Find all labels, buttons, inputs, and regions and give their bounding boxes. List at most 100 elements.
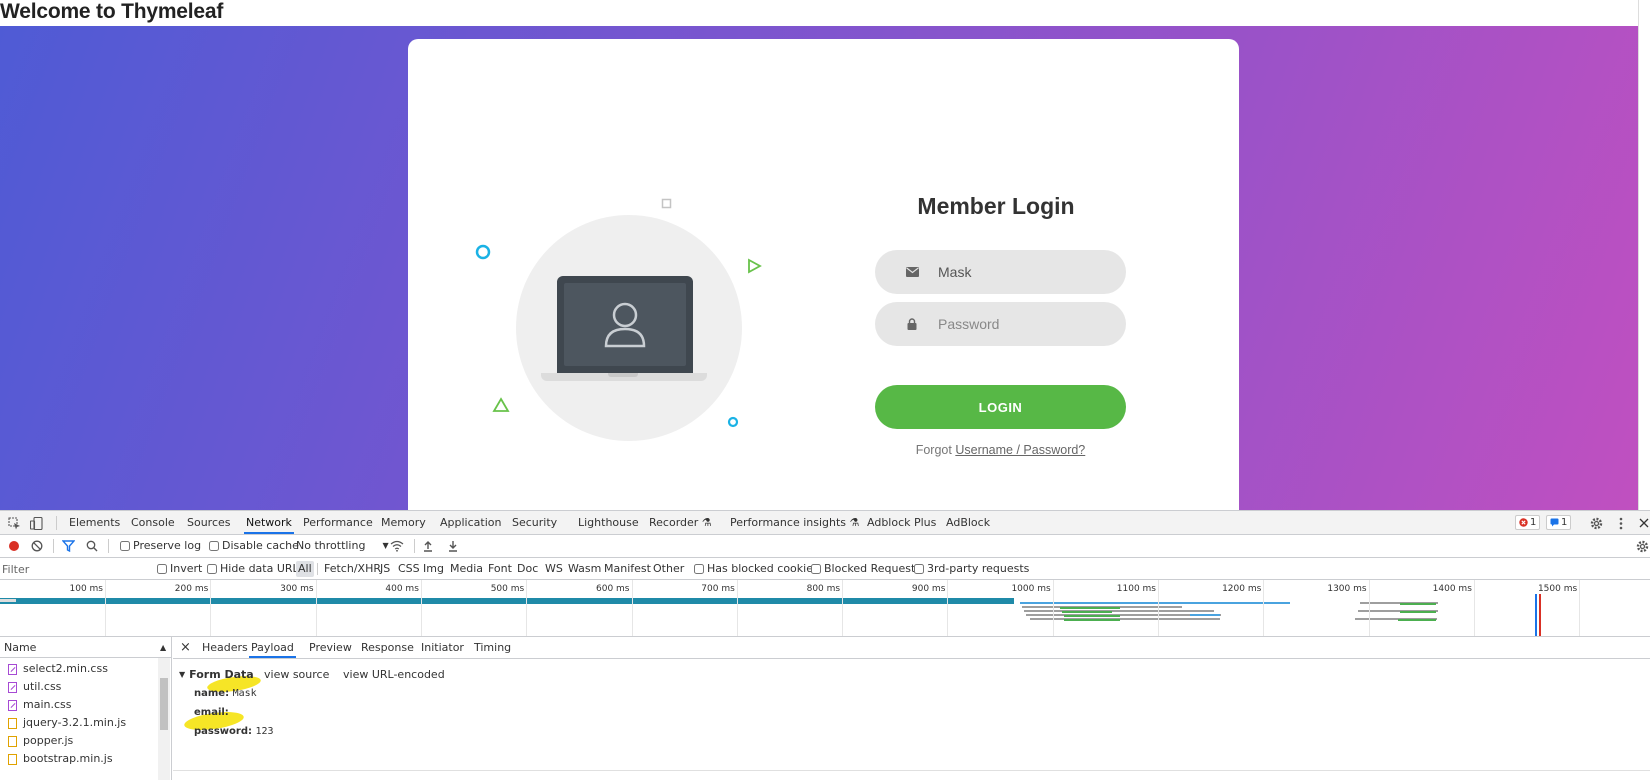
tab-performance-insights-label: Performance insights (730, 516, 847, 529)
request-row[interactable]: jquery-3.2.1.min.js (0, 714, 158, 732)
tab-security[interactable]: Security (512, 511, 557, 534)
request-detail-pane: × Headers Payload Preview Response Initi… (173, 637, 1650, 780)
message-count-badge[interactable]: 1 (1546, 515, 1572, 530)
inspect-element-icon[interactable] (6, 515, 22, 531)
filter-type-wasm[interactable]: Wasm (566, 561, 603, 577)
tab-preview[interactable]: Preview (309, 637, 352, 658)
request-row[interactable]: popper.js (0, 732, 158, 750)
filter-type-font[interactable]: Font (486, 561, 514, 577)
request-row[interactable]: bootstrap.min.js (0, 750, 158, 768)
third-party-requests-checkbox[interactable]: 3rd-party requests (912, 561, 1031, 577)
hide-data-urls-check[interactable] (207, 564, 217, 574)
has-blocked-cookies-check[interactable] (694, 564, 704, 574)
filter-type-fetch-xhr[interactable]: Fetch/XHR (322, 561, 383, 577)
tab-adblock-plus[interactable]: Adblock Plus (867, 511, 936, 534)
close-detail-icon[interactable]: × (180, 637, 191, 658)
wifi-settings-icon (390, 540, 404, 552)
disable-cache-checkbox[interactable]: Disable cache (209, 535, 299, 557)
view-url-encoded-link[interactable]: view URL-encoded (343, 668, 445, 681)
form-data-value: Mask (232, 688, 257, 699)
tab-headers[interactable]: Headers (202, 637, 248, 658)
tab-initiator[interactable]: Initiator (421, 637, 464, 658)
import-har-button[interactable] (422, 535, 434, 557)
tab-lighthouse[interactable]: Lighthouse (578, 511, 639, 534)
network-timeline-overview[interactable]: 100 ms 200 ms 300 ms 400 ms 500 ms 600 ms 700 … (0, 580, 1650, 637)
has-blocked-cookies-checkbox[interactable]: Has blocked cookies (692, 561, 821, 577)
email-field[interactable] (875, 250, 1126, 294)
preserve-log-check[interactable] (120, 541, 130, 551)
more-options-icon[interactable] (1613, 515, 1629, 531)
settings-gear-icon[interactable] (1588, 515, 1604, 531)
filter-type-ws[interactable]: WS (543, 561, 565, 577)
tab-performance-insights[interactable]: Performance insights ⚗ (730, 511, 859, 534)
network-conditions-button[interactable] (390, 535, 404, 557)
tab-response[interactable]: Response (361, 637, 414, 658)
forgot-username-password-link[interactable]: Username / Password? (955, 443, 1085, 457)
filter-type-css[interactable]: CSS (396, 561, 422, 577)
export-har-button[interactable] (447, 535, 459, 557)
filter-type-img[interactable]: Img (421, 561, 446, 577)
triangle-deco-icon (748, 258, 762, 274)
timeline-waterfall-bar (1398, 619, 1436, 621)
disable-cache-check[interactable] (209, 541, 219, 551)
request-row[interactable]: util.css (0, 678, 158, 696)
record-button[interactable] (8, 535, 20, 557)
clear-button[interactable] (31, 535, 43, 557)
tab-memory[interactable]: Memory (381, 511, 426, 534)
timeline-tick-label: 300 ms (280, 584, 314, 594)
tab-performance[interactable]: Performance (303, 511, 373, 534)
blocked-requests-check[interactable] (811, 564, 821, 574)
tab-application[interactable]: Application (440, 511, 501, 534)
login-button[interactable]: LOGIN (875, 385, 1126, 429)
filter-type-doc[interactable]: Doc (515, 561, 540, 577)
filter-type-js[interactable]: JS (378, 561, 392, 577)
tab-sources[interactable]: Sources (187, 511, 231, 534)
scrollbar-thumb[interactable] (160, 678, 168, 730)
blocked-requests-checkbox[interactable]: Blocked Requests (809, 561, 923, 577)
preserve-log-checkbox[interactable]: Preserve log (120, 535, 201, 557)
password-input[interactable] (938, 316, 1118, 332)
page-scrollbar[interactable] (1638, 0, 1650, 510)
timeline-gridline (1052, 580, 1054, 636)
filter-type-all[interactable]: All (296, 561, 314, 577)
request-name: jquery-3.2.1.min.js (23, 716, 127, 729)
filter-toggle-button[interactable] (62, 535, 75, 557)
name-column-header[interactable]: Name ▲ (0, 637, 171, 658)
timeline-gridline (947, 580, 949, 636)
invert-checkbox[interactable]: Invert (155, 561, 204, 577)
password-field[interactable] (875, 302, 1126, 346)
invert-check[interactable] (157, 564, 167, 574)
search-button[interactable] (86, 535, 98, 557)
timeline-gridline (315, 580, 317, 636)
third-party-requests-check[interactable] (914, 564, 924, 574)
error-count-badge[interactable]: 1 (1515, 515, 1541, 530)
view-source-link[interactable]: view source (264, 668, 329, 681)
tab-adblock[interactable]: AdBlock (946, 511, 990, 534)
request-row[interactable]: main.css (0, 696, 158, 714)
tab-payload[interactable]: Payload (249, 637, 296, 658)
network-settings-gear-icon[interactable] (1636, 535, 1649, 557)
tab-network[interactable]: Network (244, 511, 294, 534)
timeline-gridline (105, 580, 106, 636)
close-devtools-icon[interactable] (1636, 515, 1650, 531)
tab-console[interactable]: Console (131, 511, 175, 534)
timeline-tick-label: 600 ms (596, 584, 630, 594)
filter-type-other[interactable]: Other (651, 561, 686, 577)
form-data-section-toggle[interactable]: ▼ Form Data (179, 668, 254, 681)
hide-data-urls-checkbox[interactable]: Hide data URLs (205, 561, 306, 577)
request-row[interactable]: select2.min.css (0, 660, 158, 678)
tab-recorder[interactable]: Recorder ⚗ (649, 511, 712, 534)
filter-type-manifest[interactable]: Manifest (602, 561, 653, 577)
filter-input[interactable] (2, 561, 142, 577)
timeline-waterfall-bar (1400, 611, 1436, 613)
filter-type-media[interactable]: Media (448, 561, 485, 577)
toolbar-divider (53, 539, 54, 553)
tab-timing[interactable]: Timing (474, 637, 511, 658)
tab-elements[interactable]: Elements (69, 511, 120, 534)
request-list-scrollbar[interactable] (158, 658, 170, 780)
email-input[interactable] (938, 264, 1118, 280)
form-data-row-password: password: 123 (194, 724, 274, 737)
device-toolbar-icon[interactable] (28, 515, 44, 531)
login-card: Member Login LOGIN Forgot Username / Pas… (408, 39, 1239, 510)
throttling-select[interactable]: No throttling ▼ (296, 535, 389, 557)
